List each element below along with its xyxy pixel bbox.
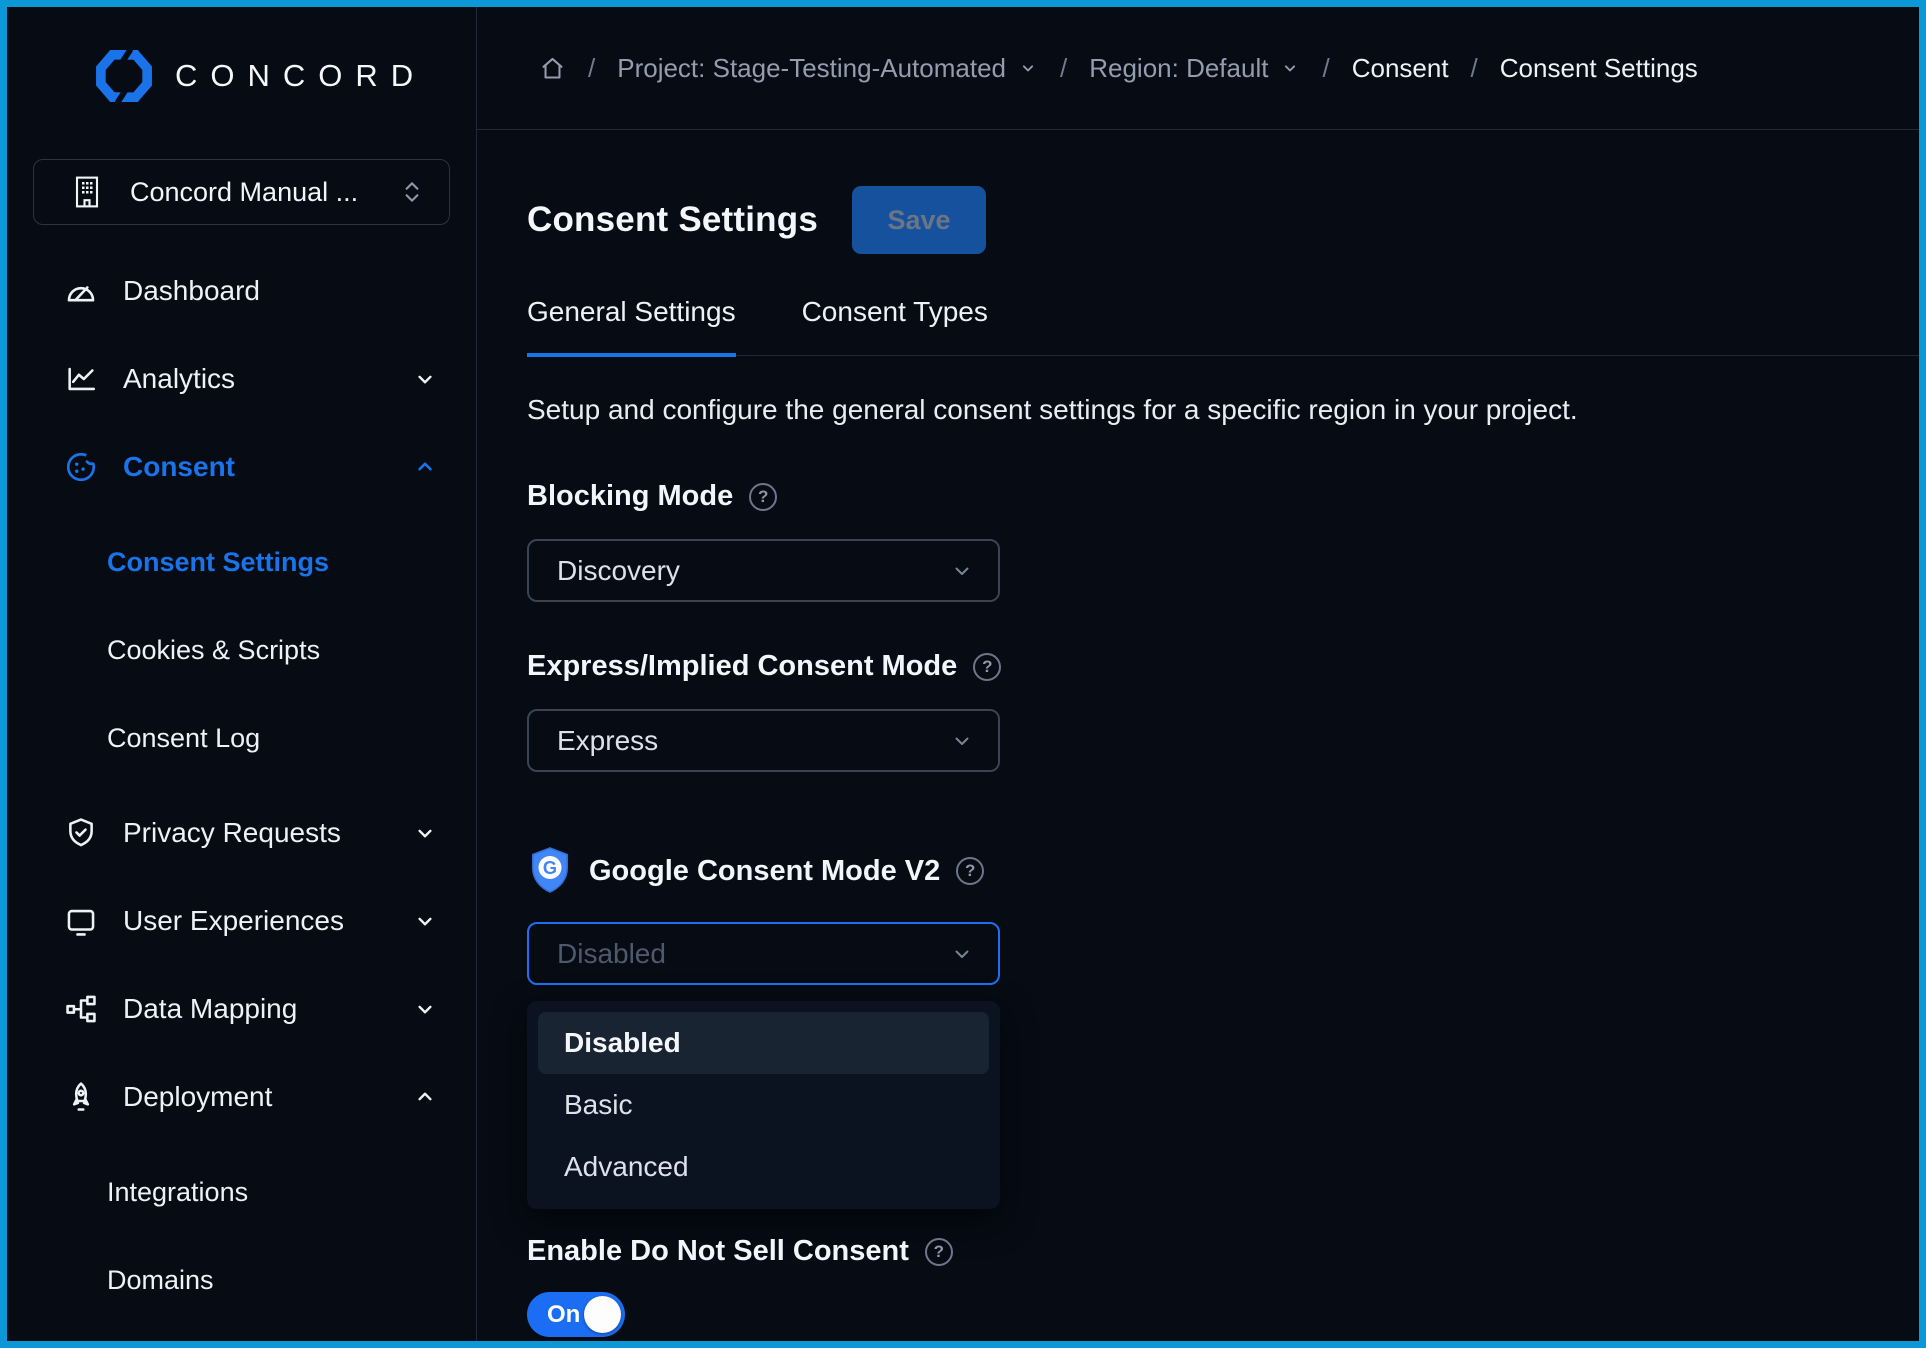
help-icon[interactable]: ?	[925, 1238, 953, 1266]
breadcrumb-separator: /	[588, 53, 595, 84]
breadcrumb-consent-settings: Consent Settings	[1500, 53, 1698, 84]
tab-consent-types[interactable]: Consent Types	[802, 296, 988, 355]
breadcrumb-region[interactable]: Region: Default	[1089, 53, 1300, 84]
main-area: / Project: Stage-Testing-Automated / Reg…	[477, 7, 1919, 1341]
breadcrumb-separator: /	[1471, 53, 1478, 84]
sidebar-item-dashboard[interactable]: Dashboard	[7, 247, 476, 335]
sidebar-item-label: Consent Settings	[107, 547, 329, 578]
sidebar-item-label: Dashboard	[123, 275, 260, 307]
chevron-down-icon	[950, 729, 974, 753]
selected-value: Express	[557, 725, 658, 757]
sidebar-item-label: Data Mapping	[123, 993, 297, 1025]
monitor-icon	[63, 904, 99, 938]
analytics-icon	[63, 362, 99, 396]
tab-bar: General Settings Consent Types	[527, 296, 1919, 356]
sidebar-item-domains[interactable]: Domains	[7, 1236, 476, 1324]
section-description: Setup and configure the general consent …	[527, 394, 1919, 426]
chevron-up-icon	[412, 1084, 438, 1110]
breadcrumb-separator: /	[1322, 53, 1329, 84]
save-button[interactable]: Save	[852, 186, 986, 254]
workspace-selector[interactable]: Concord Manual ...	[33, 159, 450, 225]
chevron-down-icon	[950, 559, 974, 583]
sidebar-item-user-experiences[interactable]: User Experiences	[7, 877, 476, 965]
chevron-down-icon	[1280, 58, 1300, 78]
chevron-down-icon	[412, 820, 438, 846]
sidebar-nav: Dashboard Analytics	[7, 247, 476, 1331]
sidebar-item-consent-settings[interactable]: Consent Settings	[7, 518, 476, 606]
chevron-up-icon	[412, 454, 438, 480]
sidebar-item-privacy-requests[interactable]: Privacy Requests	[7, 789, 476, 877]
sidebar-item-analytics[interactable]: Analytics	[7, 335, 476, 423]
chevron-down-icon	[1018, 58, 1038, 78]
tab-general-settings[interactable]: General Settings	[527, 296, 736, 357]
do-not-sell-label: Enable Do Not Sell Consent ?	[527, 1235, 1919, 1268]
chevron-down-icon	[412, 908, 438, 934]
sidebar-item-label: Deployment	[123, 1081, 272, 1113]
workspace-name: Concord Manual ...	[130, 177, 373, 208]
express-implied-select[interactable]: Express	[527, 709, 1000, 772]
building-icon	[72, 175, 102, 209]
do-not-sell-toggle[interactable]: On	[527, 1292, 625, 1337]
chevron-down-icon	[412, 366, 438, 392]
sidebar-item-data-mapping[interactable]: Data Mapping	[7, 965, 476, 1053]
sidebar-item-label: Consent	[123, 451, 235, 483]
google-consent-mode-label: G Google Consent Mode V2 ?	[527, 846, 1919, 896]
app-window: CONCORD Concord Manual ...	[0, 0, 1926, 1348]
toggle-knob	[584, 1296, 621, 1333]
sidebar-item-label: Consent Log	[107, 723, 260, 754]
option-advanced[interactable]: Advanced	[538, 1136, 989, 1198]
blocking-mode-label: Blocking Mode ?	[527, 480, 1919, 513]
chevron-down-icon	[950, 942, 974, 966]
shield-check-icon	[63, 816, 99, 850]
option-disabled[interactable]: Disabled	[538, 1012, 989, 1074]
cookie-icon	[63, 450, 99, 484]
sidebar-item-label: Domains	[107, 1265, 214, 1296]
sidebar-item-integrations[interactable]: Integrations	[7, 1148, 476, 1236]
up-down-chevron-icon	[401, 179, 423, 205]
breadcrumb-consent[interactable]: Consent	[1352, 53, 1449, 84]
brand-logo: CONCORD	[7, 43, 476, 109]
option-basic[interactable]: Basic	[538, 1074, 989, 1136]
content: Consent Settings Save General Settings C…	[477, 130, 1919, 1341]
home-icon[interactable]	[539, 55, 566, 82]
help-icon[interactable]: ?	[973, 653, 1001, 681]
sidebar-item-label: Integrations	[107, 1177, 248, 1208]
google-consent-mode-dropdown: Disabled Basic Advanced	[527, 1001, 1000, 1209]
google-consent-mode-select[interactable]: Disabled	[527, 922, 1000, 985]
sidebar-item-cookies-scripts[interactable]: Cookies & Scripts	[7, 606, 476, 694]
deployment-submenu: Integrations Domains	[7, 1148, 476, 1324]
concord-logo-icon	[93, 49, 155, 103]
breadcrumb-project[interactable]: Project: Stage-Testing-Automated	[617, 53, 1038, 84]
consent-submenu: Consent Settings Cookies & Scripts Conse…	[7, 518, 476, 782]
svg-text:G: G	[543, 858, 557, 878]
sidebar-item-label: Cookies & Scripts	[107, 635, 320, 666]
express-implied-label: Express/Implied Consent Mode ?	[527, 650, 1919, 683]
help-icon[interactable]: ?	[749, 483, 777, 511]
sidebar-item-label: User Experiences	[123, 905, 344, 937]
dashboard-icon	[63, 274, 99, 308]
sidebar-item-label: Privacy Requests	[123, 817, 341, 849]
blocking-mode-select[interactable]: Discovery	[527, 539, 1000, 602]
rocket-icon	[63, 1080, 99, 1114]
selected-value: Discovery	[557, 555, 680, 587]
chevron-down-icon	[412, 996, 438, 1022]
brand-name: CONCORD	[175, 58, 426, 94]
google-shield-icon: G	[527, 846, 573, 896]
breadcrumb: / Project: Stage-Testing-Automated / Reg…	[477, 7, 1919, 130]
sidebar-item-consent[interactable]: Consent	[7, 423, 476, 511]
sidebar-item-consent-log[interactable]: Consent Log	[7, 694, 476, 782]
breadcrumb-separator: /	[1060, 53, 1067, 84]
help-icon[interactable]: ?	[956, 857, 984, 885]
sidebar-item-label: Analytics	[123, 363, 235, 395]
sidebar-item-deployment[interactable]: Deployment	[7, 1053, 476, 1141]
page-title: Consent Settings	[527, 200, 818, 240]
data-mapping-icon	[63, 992, 99, 1026]
toggle-state-label: On	[547, 1301, 580, 1329]
sidebar: CONCORD Concord Manual ...	[7, 7, 477, 1341]
selected-value: Disabled	[557, 938, 666, 970]
